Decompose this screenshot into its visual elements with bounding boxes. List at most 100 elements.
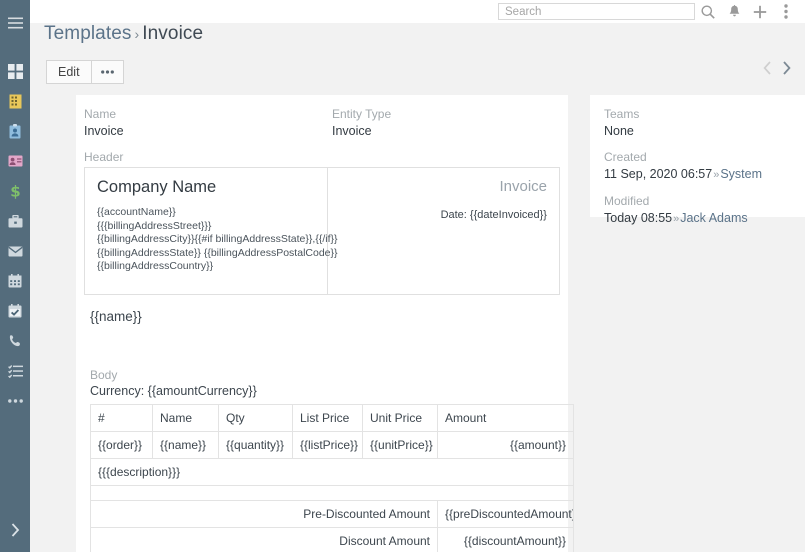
- field-teams-label: Teams: [604, 107, 640, 121]
- emails-envelope-icon[interactable]: [0, 236, 30, 266]
- line-items-table[interactable]: # Name Qty List Price Unit Price Amount …: [90, 404, 574, 552]
- field-modified-value: Today 08:55»Jack Adams: [604, 210, 805, 227]
- field-created-label: Created: [604, 150, 647, 164]
- field-body-label: Body: [90, 368, 118, 382]
- tasks-list-icon[interactable]: [0, 356, 30, 386]
- billing-address-template-lines: {{accountName}} {{{billingAddressStreet}…: [97, 206, 338, 274]
- field-entity-type: Entity Type Invoice: [332, 107, 560, 139]
- address-line: {{billingAddressCountry}}: [97, 260, 214, 272]
- field-modified: Modified Today 08:55»Jack Adams: [604, 194, 805, 227]
- actions-dropdown-button[interactable]: [90, 60, 124, 84]
- sidebar-rail: $: [0, 0, 30, 552]
- address-line: {{accountName}}: [97, 206, 176, 218]
- modified-separator: »: [673, 213, 680, 225]
- more-menu-vertical-dots-icon[interactable]: [773, 0, 799, 23]
- cell-blank: [90, 485, 574, 501]
- table-row-total: Pre-Discounted Amount {{preDiscountedAmo…: [90, 500, 574, 528]
- field-teams-value: None: [604, 124, 634, 138]
- column-header: Amount: [437, 404, 574, 432]
- field-entity-type-label: Entity Type: [332, 107, 392, 121]
- edit-button[interactable]: Edit: [46, 60, 92, 84]
- hamburger-menu-icon[interactable]: [0, 8, 30, 38]
- created-separator: »: [713, 169, 720, 181]
- opportunities-dollar-icon[interactable]: $: [0, 176, 30, 206]
- cases-briefcase-icon[interactable]: [0, 206, 30, 236]
- header-preview-company-block: Company Name {{accountName}} {{{billingA…: [85, 168, 338, 294]
- search-icon[interactable]: [695, 0, 721, 23]
- calls-phone-icon[interactable]: [0, 326, 30, 356]
- document-date-text: Date: {{dateInvoiced}}: [440, 209, 547, 221]
- previous-record-chevron-icon[interactable]: [763, 61, 772, 78]
- created-by-user-link[interactable]: System: [720, 167, 762, 181]
- header-template-preview[interactable]: Company Name {{accountName}} {{{billingA…: [84, 167, 560, 295]
- cell-list-price: {{listPrice}}: [292, 431, 363, 459]
- top-bar: [30, 0, 805, 23]
- expand-sidebar-chevron-icon[interactable]: [0, 516, 30, 544]
- document-title-text: Invoice: [499, 178, 547, 195]
- cell-total-label: Pre-Discounted Amount: [90, 500, 438, 528]
- contacts-id-badge-icon[interactable]: [0, 116, 30, 146]
- breadcrumb-separator: ›: [134, 26, 140, 42]
- breadcrumb-parent-link[interactable]: Templates: [44, 23, 132, 44]
- rail-divider: [0, 38, 30, 56]
- accounts-building-icon[interactable]: [0, 86, 30, 116]
- name-entity-row: Name Invoice Entity Type Invoice: [84, 107, 560, 150]
- body-section: Body Currency: {{amountCurrency}} # Name…: [84, 368, 574, 552]
- dashboard-icon[interactable]: [0, 56, 30, 86]
- cell-description: {{{description}}}: [90, 458, 574, 486]
- company-name-text: Company Name: [97, 178, 217, 196]
- modified-by-user-link[interactable]: Jack Adams: [680, 211, 747, 225]
- record-detail-panel: Name Invoice Entity Type Invoice Header …: [76, 95, 574, 552]
- field-created-value: 11 Sep, 2020 06:57»System: [604, 166, 805, 183]
- field-name-label: Name: [84, 107, 117, 121]
- column-header: Name: [152, 404, 219, 432]
- meetings-calendar-check-icon[interactable]: [0, 296, 30, 326]
- field-modified-label: Modified: [604, 194, 650, 208]
- field-created: Created 11 Sep, 2020 06:57»System: [604, 150, 805, 183]
- cell-quantity: {{quantity}}: [218, 431, 293, 459]
- column-header: Unit Price: [362, 404, 438, 432]
- leads-contact-card-icon[interactable]: [0, 146, 30, 176]
- cell-name: {{name}}: [152, 431, 219, 459]
- modified-timestamp: Today 08:55: [604, 211, 673, 225]
- record-nav-arrows: [763, 61, 791, 78]
- breadcrumb: Templates › Invoice: [44, 23, 203, 45]
- table-header-row: # Name Qty List Price Unit Price Amount: [90, 404, 574, 432]
- address-line: {{{billingAddressStreet}}}: [97, 219, 212, 232]
- calendar-icon[interactable]: [0, 266, 30, 296]
- next-record-chevron-icon[interactable]: [782, 61, 791, 78]
- table-row: {{order}} {{name}} {{quantity}} {{listPr…: [90, 431, 574, 459]
- table-row-blank: [90, 485, 574, 501]
- search-input[interactable]: [498, 3, 695, 20]
- field-teams: Teams None: [604, 107, 805, 139]
- more-dots-icon[interactable]: [0, 386, 30, 416]
- field-name: Name Invoice: [84, 107, 332, 139]
- table-row-description: {{{description}}}: [90, 458, 574, 486]
- address-line: {{billingAddressState}} {{billingAddress…: [97, 246, 338, 259]
- record-meta-panel: Teams None Created 11 Sep, 2020 06:57»Sy…: [590, 95, 805, 225]
- field-name-value: Invoice: [84, 124, 124, 138]
- cell-total-label: Discount Amount: [90, 527, 438, 552]
- notifications-bell-icon[interactable]: [721, 0, 747, 23]
- action-button-row: Edit: [46, 60, 124, 84]
- cell-unit-price: {{unitPrice}}: [362, 431, 438, 459]
- main-content: Templates › Invoice Edit Name Invoice En…: [30, 23, 805, 552]
- column-header: #: [90, 404, 153, 432]
- table-row-total: Discount Amount {{discountAmount}}: [90, 527, 574, 552]
- cell-amount: {{amount}}: [437, 431, 574, 459]
- page-title: Invoice: [142, 23, 204, 44]
- column-header: Qty: [218, 404, 293, 432]
- name-token-text: {{name}}: [90, 309, 142, 324]
- header-preview-doc-block: Invoice Date: {{dateInvoiced}}: [328, 168, 559, 294]
- field-header-label: Header: [84, 150, 124, 164]
- field-header: Header Company Name {{accountName}} {{{b…: [84, 150, 560, 324]
- currency-line-text: Currency: {{amountCurrency}}: [90, 384, 257, 398]
- cell-total-value: {{preDiscountedAmount}}: [437, 500, 574, 528]
- dots-horizontal-icon: [100, 70, 114, 74]
- address-line: {{billingAddressCity}}{{#if billingAddre…: [97, 233, 338, 245]
- cell-order: {{order}}: [90, 431, 153, 459]
- column-header: List Price: [292, 404, 363, 432]
- svg-text:$: $: [10, 183, 20, 199]
- quick-create-plus-icon[interactable]: [747, 0, 773, 23]
- app-root: $ Search Templates › Invoice Edit Name I…: [0, 0, 805, 552]
